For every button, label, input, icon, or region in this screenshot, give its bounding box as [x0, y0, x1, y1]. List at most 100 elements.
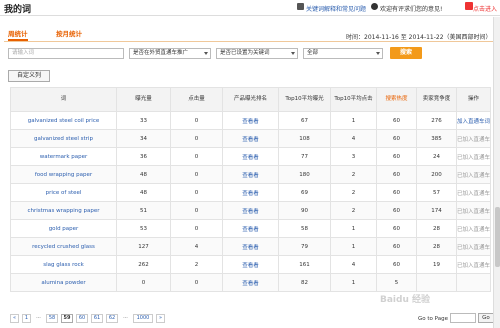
- impressions-cell: 48: [116, 183, 171, 202]
- feedback-text[interactable]: 欢迎有评求们您的意见!: [380, 4, 442, 13]
- heat-cell: 5: [376, 273, 417, 292]
- page-link[interactable]: 61: [91, 314, 103, 323]
- all-select-value: 全部: [307, 50, 319, 56]
- table-row: food wrapping paper 48 0 查看看 180 2 60 200 已加入直通车…: [10, 165, 491, 184]
- col-impressions[interactable]: 曝光量: [116, 87, 171, 112]
- go-button[interactable]: Go: [478, 313, 494, 323]
- top10-imp-cell: 69: [278, 183, 331, 202]
- page-link[interactable]: 58: [46, 314, 58, 323]
- page-link[interactable]: 1000: [133, 314, 153, 323]
- watermark-logo: Baidu 经验: [380, 295, 431, 305]
- col-heat[interactable]: 搜索热度: [376, 87, 417, 112]
- rank-view-link[interactable]: 查看看: [222, 165, 279, 184]
- tabs-divider: [4, 41, 496, 42]
- top10-clk-cell: 2: [330, 201, 377, 220]
- user-icon: [371, 3, 378, 10]
- next-page-button[interactable]: »: [156, 314, 165, 323]
- chevron-down-icon: [204, 52, 208, 55]
- tab-monthly[interactable]: 按月统计: [56, 28, 82, 38]
- keyword-search-input[interactable]: 请输入词: [8, 48, 124, 59]
- table-row: galvanized steel coil price 33 0 查看看 67 1 60 27…: [10, 111, 491, 130]
- rank-view-link[interactable]: 查看看: [222, 129, 279, 148]
- custom-columns-button[interactable]: 自定义列: [8, 70, 50, 82]
- rank-view-link[interactable]: 查看看: [222, 219, 279, 238]
- top10-imp-cell: 161: [278, 255, 331, 274]
- impressions-cell: 0: [116, 273, 171, 292]
- page-link[interactable]: 60: [76, 314, 88, 323]
- action-cell[interactable]: 加入直通车词库: [456, 111, 491, 130]
- promo-select[interactable]: 是否在外贸直通车推广: [129, 48, 211, 59]
- goto-page-input[interactable]: [450, 313, 476, 323]
- rank-view-link[interactable]: 查看看: [222, 273, 279, 292]
- impressions-cell: 34: [116, 129, 171, 148]
- heat-cell: 60: [376, 147, 417, 166]
- clicks-cell: 0: [170, 219, 223, 238]
- keyword-cell[interactable]: watermark paper: [10, 147, 117, 166]
- scrollbar[interactable]: [493, 17, 500, 328]
- rank-view-link[interactable]: 查看看: [222, 111, 279, 130]
- help-link[interactable]: 关键词解释和常见问题: [306, 4, 366, 13]
- competition-cell: 24: [416, 147, 457, 166]
- rank-view-link[interactable]: 查看看: [222, 201, 279, 220]
- competition-cell: 57: [416, 183, 457, 202]
- table-header-row: 词 曝光量 点击量 产品曝光排名 Top10平均曝光 Top10平均点击 搜索热…: [10, 87, 491, 112]
- keyword-cell[interactable]: christmas wrapping paper: [10, 201, 117, 220]
- col-clicks[interactable]: 点击量: [170, 87, 223, 112]
- heat-cell: 60: [376, 237, 417, 256]
- page-link[interactable]: 59: [61, 314, 73, 323]
- page-link[interactable]: 1: [22, 314, 31, 323]
- col-competition[interactable]: 卖家竞争度: [416, 87, 457, 112]
- clicks-cell: 0: [170, 111, 223, 130]
- top10-imp-cell: 58: [278, 219, 331, 238]
- action-cell: [456, 273, 491, 292]
- keyword-status-value: 是否已设置为关键词: [220, 50, 270, 56]
- impressions-cell: 262: [116, 255, 171, 274]
- keyword-table: 词 曝光量 点击量 产品曝光排名 Top10平均曝光 Top10平均点击 搜索热…: [10, 87, 491, 292]
- heat-cell: 60: [376, 183, 417, 202]
- page-link[interactable]: 62: [106, 314, 118, 323]
- keyword-cell[interactable]: gold paper: [10, 219, 117, 238]
- keyword-cell[interactable]: slag glass rock: [10, 255, 117, 274]
- keyword-cell[interactable]: galvanized steel coil price: [10, 111, 117, 130]
- search-button[interactable]: 搜索: [390, 47, 422, 59]
- keyword-status-select[interactable]: 是否已设置为关键词: [216, 48, 298, 59]
- impressions-cell: 36: [116, 147, 171, 166]
- rank-view-link[interactable]: 查看看: [222, 237, 279, 256]
- impressions-cell: 51: [116, 201, 171, 220]
- top10-clk-cell: 3: [330, 147, 377, 166]
- tab-weekly[interactable]: 周统计: [8, 28, 28, 41]
- heat-cell: 60: [376, 219, 417, 238]
- keyword-cell[interactable]: food wrapping paper: [10, 165, 117, 184]
- heat-cell: 60: [376, 129, 417, 148]
- action-cell: 已加入直通车词库: [456, 147, 491, 166]
- top10-imp-cell: 108: [278, 129, 331, 148]
- competition-cell: 28: [416, 219, 457, 238]
- rank-view-link[interactable]: 查看看: [222, 183, 279, 202]
- table-row: galvanized steel strip 34 0 查看看 108 4 60 385 已加入…: [10, 129, 491, 148]
- col-top10-clk[interactable]: Top10平均点击: [330, 87, 377, 112]
- top10-imp-cell: 77: [278, 147, 331, 166]
- clicks-cell: 0: [170, 129, 223, 148]
- rank-view-link[interactable]: 查看看: [222, 255, 279, 274]
- keyword-cell[interactable]: alumina powder: [10, 273, 117, 292]
- enter-link[interactable]: 点击进入: [473, 4, 497, 13]
- action-cell: 已加入直通车词库: [456, 219, 491, 238]
- keyword-cell[interactable]: galvanized steel strip: [10, 129, 117, 148]
- col-top10-imp[interactable]: Top10平均曝光: [278, 87, 331, 112]
- top10-imp-cell: 67: [278, 111, 331, 130]
- rank-view-link[interactable]: 查看看: [222, 147, 279, 166]
- prev-page-button[interactable]: «: [10, 314, 19, 323]
- clicks-cell: 4: [170, 237, 223, 256]
- keyword-cell[interactable]: recycled crushed glass: [10, 237, 117, 256]
- action-cell: 已加入直通车词库: [456, 237, 491, 256]
- col-rank: 产品曝光排名: [222, 87, 279, 112]
- competition-cell: [416, 273, 457, 292]
- keyword-cell[interactable]: price of steel: [10, 183, 117, 202]
- all-select[interactable]: 全部: [303, 48, 383, 59]
- competition-cell: 174: [416, 201, 457, 220]
- col-word[interactable]: 词: [10, 87, 117, 112]
- heat-cell: 60: [376, 165, 417, 184]
- chevron-down-icon: [291, 52, 295, 55]
- top10-imp-cell: 180: [278, 165, 331, 184]
- scroll-thumb[interactable]: [495, 207, 500, 267]
